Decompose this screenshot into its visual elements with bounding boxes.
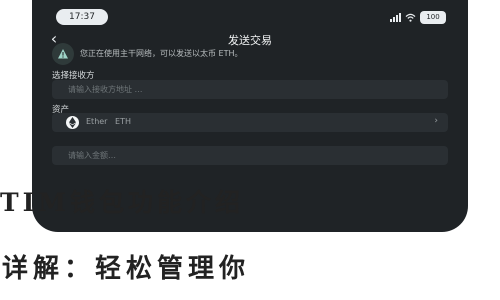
status-icons: 100: [390, 10, 446, 24]
signal-icon: [390, 12, 401, 22]
status-bar: 17:37 100: [32, 0, 468, 28]
chevron-right-icon: ›: [434, 116, 438, 126]
wifi-icon: [405, 13, 416, 22]
network-notice: 您正在使用主干网络，可以发送以太币 ETH。: [52, 43, 452, 65]
recipient-input[interactable]: 请输入接收方地址 …: [52, 80, 448, 99]
asset-symbol: ETH: [115, 117, 131, 126]
status-time: 17:37: [56, 9, 108, 25]
ether-icon: [66, 116, 79, 129]
notice-text: 您正在使用主干网络，可以发送以太币 ETH。: [80, 49, 243, 58]
asset-name: Ether: [86, 117, 108, 126]
amount-input[interactable]: 请输入金额…: [52, 146, 448, 165]
warning-icon: [52, 43, 74, 65]
headline-line-1: TIM钱包功能介绍: [0, 188, 244, 217]
headline-line-2: 详解：轻松管理你: [2, 254, 251, 284]
recipient-placeholder: 请输入接收方地址 …: [68, 85, 143, 94]
asset-value: Ether ETH: [86, 117, 131, 126]
amount-placeholder: 请输入金额…: [68, 151, 116, 160]
asset-selector[interactable]: Ether ETH ›: [52, 113, 448, 132]
battery-icon: 100: [420, 10, 446, 24]
